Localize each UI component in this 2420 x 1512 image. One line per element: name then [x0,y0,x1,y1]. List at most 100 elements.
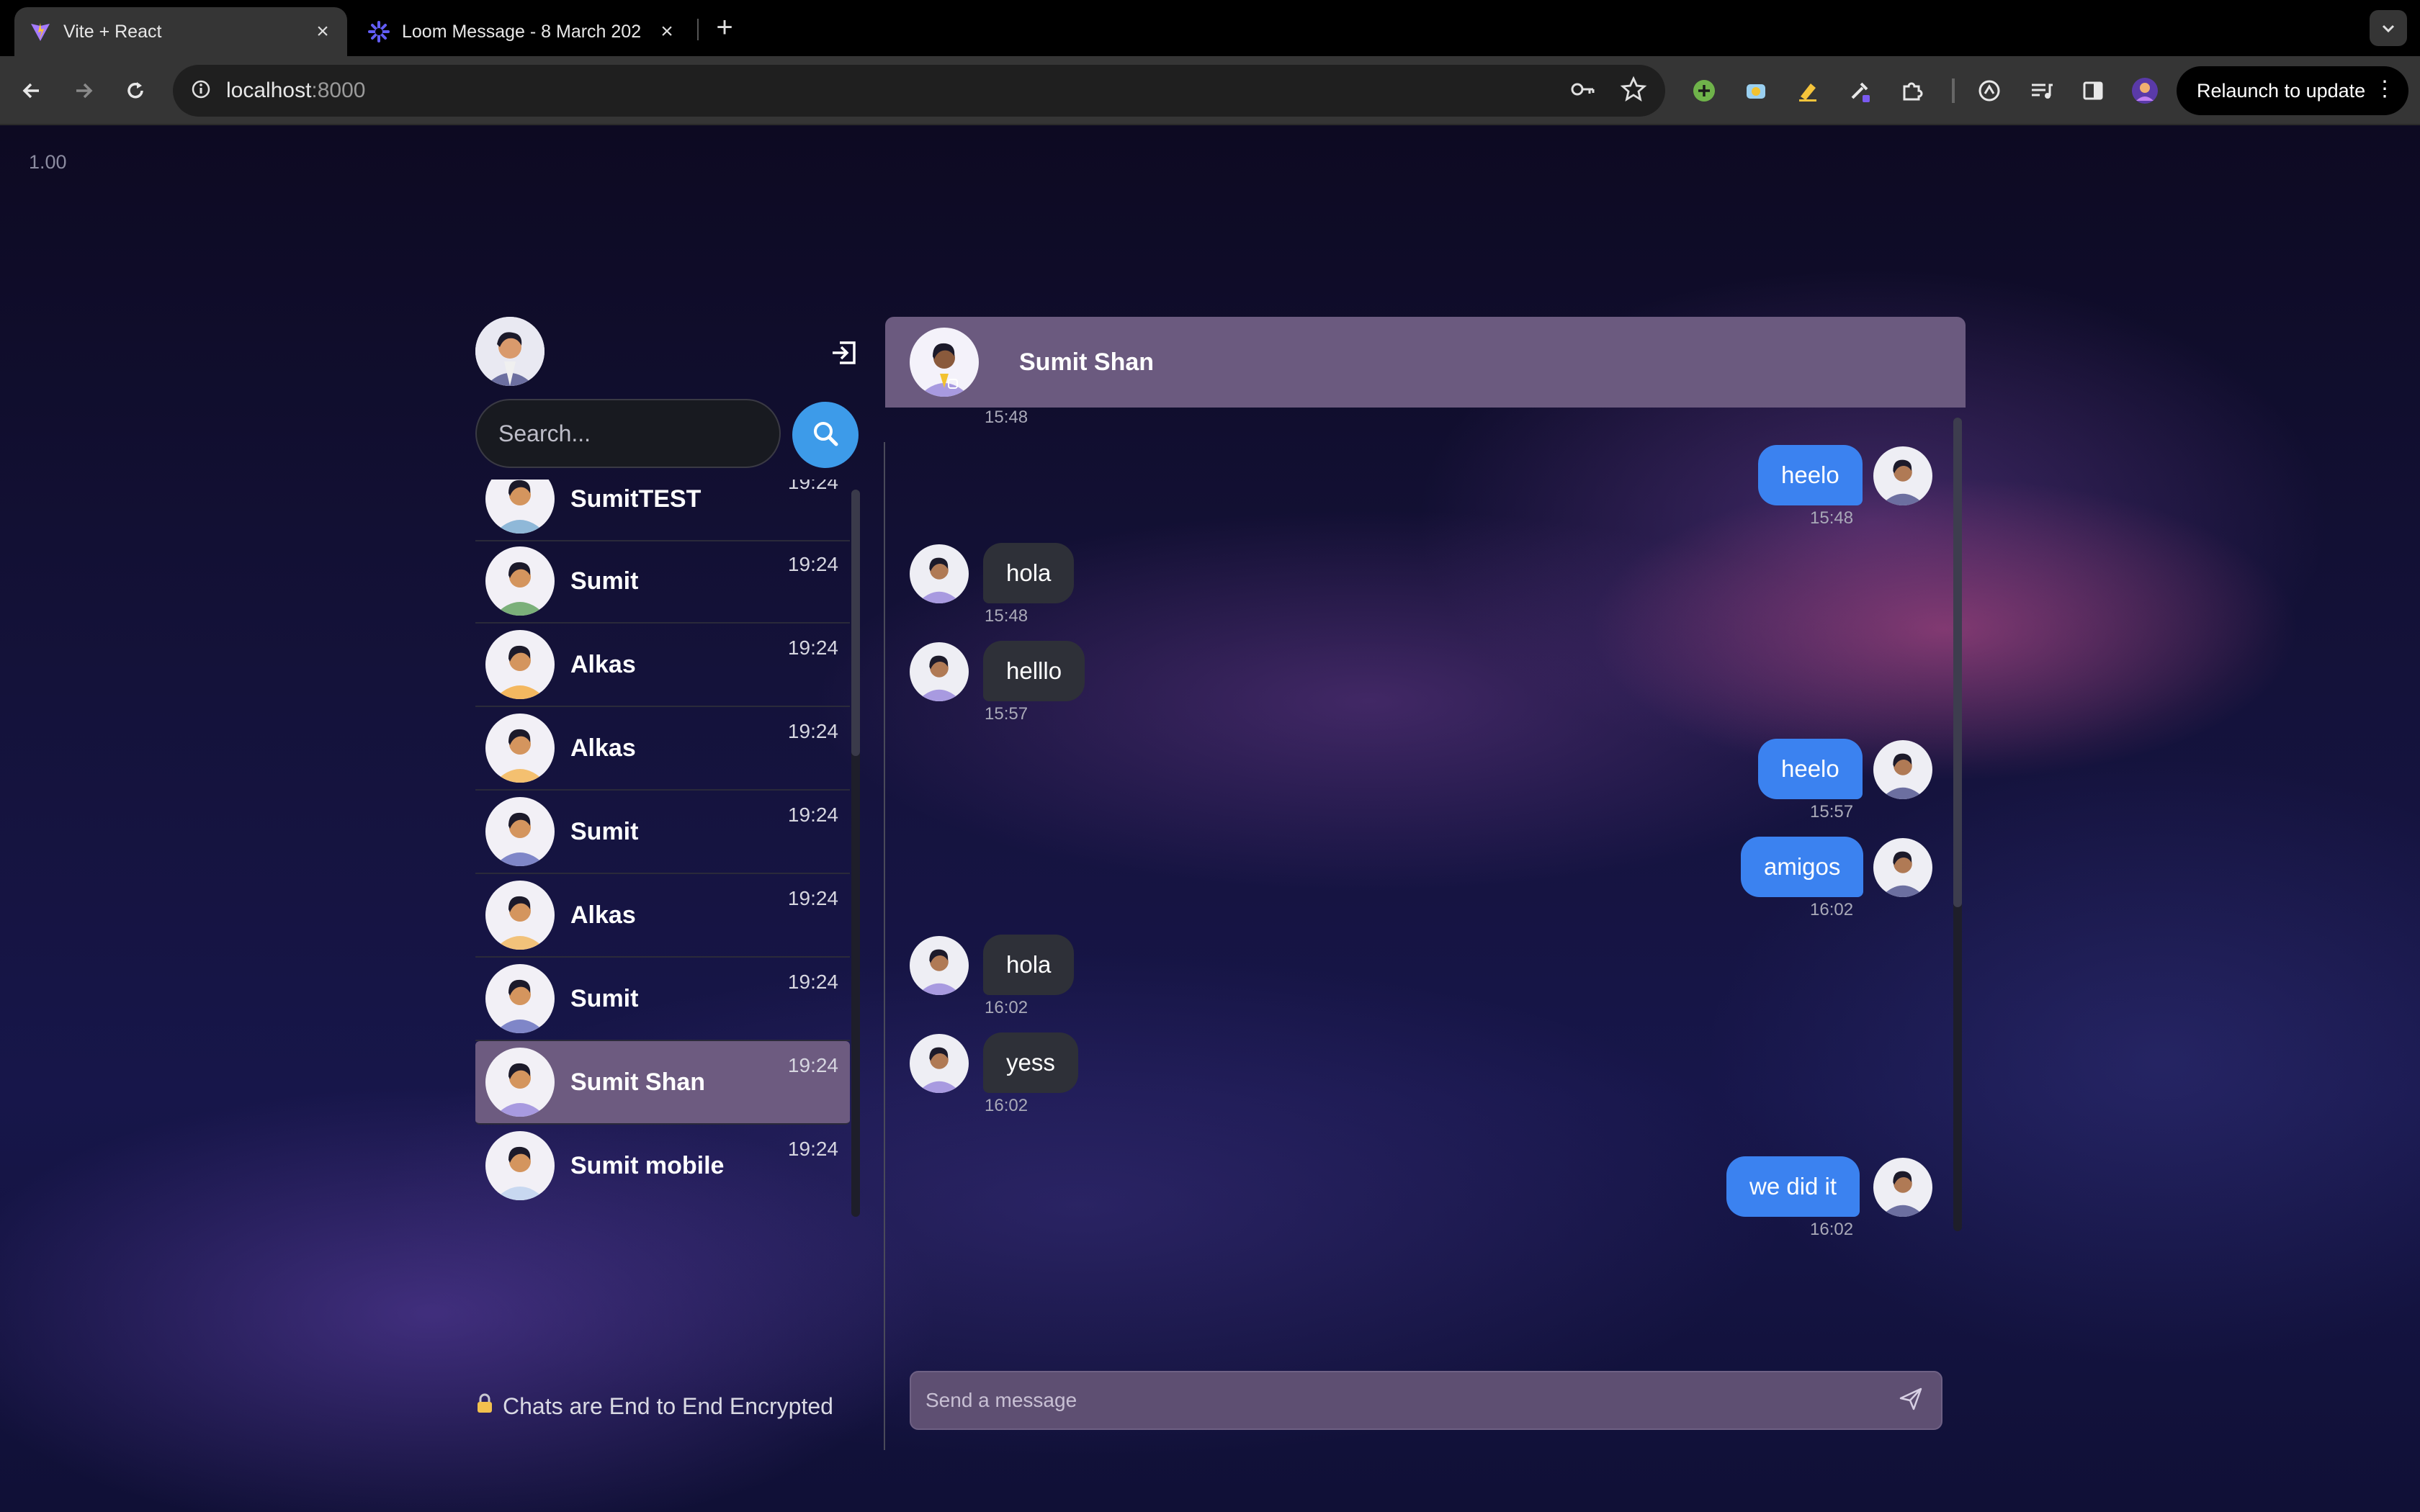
extension-camera-icon[interactable] [1737,72,1775,109]
more-menu-icon[interactable]: ⋮ [2374,76,2396,102]
chat-sidebar: SumitTEST19:24Sumit19:24Alkas19:24Alkas1… [475,317,864,1450]
new-tab-icon[interactable]: + [710,12,739,44]
conversation-header: Sumit Shan [885,317,1966,408]
tab-title: Vite + React [63,21,162,42]
tab-loom-message[interactable]: Loom Message - 8 March 202 × [353,7,691,56]
vite-logo-icon [29,20,52,43]
back-arrow-icon[interactable] [13,72,50,109]
close-tab-icon[interactable]: × [657,19,677,44]
sent-message-bubble[interactable]: heelo [1758,739,1863,799]
message-time: 15:48 [1810,508,1854,528]
current-user-avatar[interactable] [475,317,544,386]
received-message-bubble[interactable]: yess [983,1032,1078,1093]
message-list: 15:48 heelo 15:48 hola 15:48 helllo 15:57 heel… [885,408,1966,1239]
message-time: 16:02 [1810,1220,1854,1239]
media-queue-icon[interactable] [2022,72,2060,109]
message-time: 15:57 [985,704,1028,724]
chat-list-item[interactable]: Alkas 19:24 [475,874,850,958]
chat-time: 19:24 [787,971,838,993]
extension-highlighter-icon[interactable] [1789,72,1827,109]
contact-avatar[interactable] [910,328,979,397]
avatar [485,714,555,783]
sent-message-bubble[interactable]: amigos [1741,837,1864,897]
search-button[interactable] [792,402,859,468]
reload-icon[interactable] [117,72,154,109]
chat-time: 19:24 [787,720,838,742]
avatar [485,546,555,616]
browser-chrome: Vite + React × Loom Message - 8 March 20… [0,0,2420,125]
chat-time: 19:24 [787,887,838,909]
extension-eyedropper-icon[interactable] [1841,72,1878,109]
encryption-note-text: Chats are End to End Encrypted [503,1392,833,1419]
url-port: :8000 [311,78,366,102]
profile-avatar-icon[interactable] [2126,72,2164,109]
received-message-bubble[interactable]: hola [983,543,1075,603]
close-tab-icon[interactable]: × [313,19,333,44]
message-time: 16:02 [985,1096,1028,1115]
chat-list-item[interactable]: Sumit 19:24 [475,791,850,874]
message-avatar [910,642,969,701]
chat-time: 19:24 [787,636,838,659]
avatar [485,797,555,866]
message-time: 15:48 [985,408,1028,427]
logout-icon[interactable] [827,336,861,370]
sent-message-bubble[interactable]: we did it [1726,1156,1860,1217]
chat-list: SumitTEST 19:24 Sumit 19:24 Alkas 19:24 Alkas 1… [475,480,850,1207]
chat-list-item[interactable]: SumitTEST 19:24 [475,480,850,541]
site-info-icon[interactable] [190,78,212,104]
message-avatar [1873,740,1932,799]
zoom-indicator: 1.00 [29,151,67,173]
tab-title: Loom Message - 8 March 202 [402,21,642,42]
message-avatar [910,1034,969,1093]
chat-list-scrollbar[interactable] [851,490,860,1217]
message-time: 15:57 [1810,802,1854,822]
loom-logo-icon [367,20,390,43]
avatar [485,881,555,950]
chat-list-item[interactable]: Sumit 19:24 [475,958,850,1041]
browser-toolbar: localhost:8000 Relaunch to update ⋮ [0,56,2420,125]
avatar [485,1048,555,1117]
extensions-puzzle-icon[interactable] [1893,72,1930,109]
tab-search-chevron-icon[interactable] [2370,10,2407,46]
received-message-bubble[interactable]: helllo [983,641,1085,701]
scrollbar-thumb[interactable] [1953,418,1962,907]
message-time: 15:48 [985,606,1028,626]
chat-time: 19:24 [787,1054,838,1076]
chat-list-item[interactable]: Sumit mobile 19:24 [475,1125,850,1207]
toolbar-divider [1952,78,1955,103]
conversation-panel: Sumit Shan 15:48 heelo 15:48 hola 15:48 hell… [885,317,1966,1450]
chat-list-item[interactable]: Alkas 19:24 [475,707,850,791]
side-panel-icon[interactable] [2074,72,2112,109]
send-icon [1898,1386,1924,1416]
chat-time: 19:24 [787,804,838,826]
message-composer [910,1371,1942,1430]
message-avatar [1873,838,1932,897]
page-viewport: 1.00 SumitTEST19:24Sumit19:24Alkas19:24A… [0,125,2420,1512]
avatar [485,630,555,699]
message-avatar [910,936,969,995]
extension-plus-icon[interactable] [1685,72,1723,109]
tab-vite-react[interactable]: Vite + React × [14,7,347,56]
received-message-bubble[interactable]: hola [983,935,1075,995]
avatar [485,480,555,534]
message-input[interactable] [926,1389,1895,1412]
send-button[interactable] [1895,1385,1927,1416]
scrollbar-thumb[interactable] [851,490,860,756]
relaunch-to-update-button[interactable]: Relaunch to update ⋮ [2177,66,2408,115]
forward-arrow-icon[interactable] [65,72,102,109]
bookmark-star-icon[interactable] [1619,75,1648,107]
conversation-title: Sumit Shan [1019,348,1155,376]
message-avatar [1873,1158,1932,1217]
chat-list-item[interactable]: Alkas 19:24 [475,624,850,707]
url-host: localhost [226,78,312,102]
chat-list-item[interactable]: Sumit Shan 19:24 [475,1041,850,1125]
search-input[interactable] [475,399,781,468]
message-scrollbar[interactable] [1953,418,1962,1231]
sent-message-bubble[interactable]: heelo [1758,445,1863,505]
url-text: localhost:8000 [226,78,365,103]
password-key-icon[interactable] [1569,75,1597,107]
chat-list-item[interactable]: Sumit 19:24 [475,540,850,624]
address-bar[interactable]: localhost:8000 [173,65,1665,117]
extension-swirl-icon[interactable] [1971,72,2008,109]
tab-strip: Vite + React × Loom Message - 8 March 20… [0,0,2420,56]
